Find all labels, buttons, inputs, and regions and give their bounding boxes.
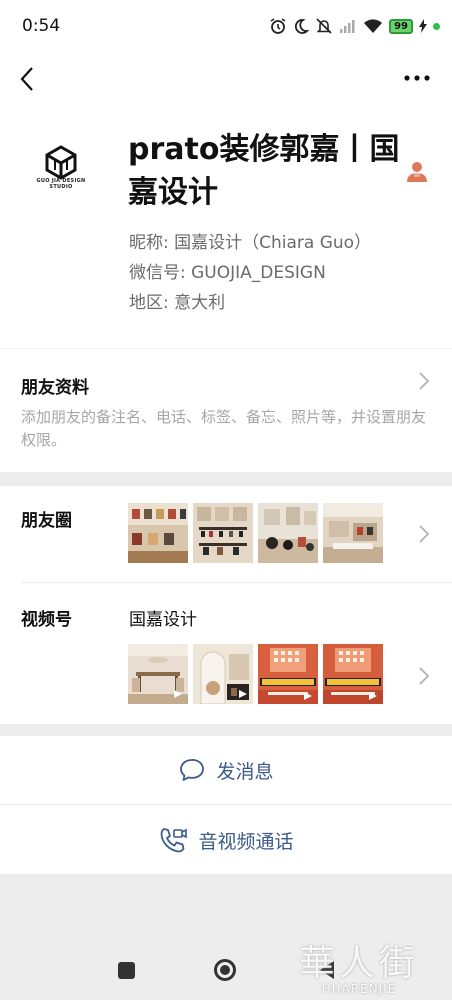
- divider: [0, 804, 452, 805]
- charging-icon: [419, 19, 427, 33]
- alarm-icon: [270, 18, 286, 34]
- channel-name: 国嘉设计: [129, 610, 197, 630]
- chevron-right-icon: [419, 667, 430, 685]
- channel-video-2[interactable]: [193, 644, 253, 704]
- channel-video-1[interactable]: [128, 644, 188, 704]
- moments-channels-section: 朋友圈 视频号 国嘉设计: [0, 486, 452, 724]
- signal-icon: [340, 20, 355, 33]
- wifi-icon: [364, 19, 383, 33]
- chat-bubble-icon: [180, 759, 205, 781]
- wechat-id: 微信号: GUOJIA_DESIGN: [129, 263, 326, 283]
- top-nav: [0, 52, 452, 108]
- channel-video-3[interactable]: [258, 644, 318, 704]
- friend-info-description: 添加朋友的备注名、电话、标签、备忘、照片等，并设置朋友权限。: [21, 408, 427, 449]
- logo-caption: GUO JIA DESIGN STUDIO: [36, 178, 86, 190]
- person-icon[interactable]: [406, 160, 428, 184]
- moments-photo-4[interactable]: [323, 503, 383, 563]
- chevron-right-icon: [419, 372, 430, 390]
- friend-info-row[interactable]: 朋友资料 添加朋友的备注名、电话、标签、备忘、照片等，并设置朋友权限。: [0, 348, 452, 472]
- friend-info-title: 朋友资料: [21, 378, 89, 398]
- chevron-right-icon: [419, 525, 430, 543]
- profile-header: GUO JIA DESIGN STUDIO prato装修郭嘉丨国嘉设计 昵称:…: [0, 108, 452, 348]
- dot-icon: [433, 22, 440, 30]
- moments-row[interactable]: 朋友圈: [0, 486, 452, 582]
- battery-icon: 99: [389, 18, 413, 34]
- channels-row[interactable]: 视频号 国嘉设计: [0, 583, 452, 724]
- status-bar: 0:54 99: [0, 0, 452, 52]
- send-message-button[interactable]: 发消息: [0, 736, 452, 804]
- ellipsis-icon[interactable]: [404, 74, 430, 82]
- moments-photo-1[interactable]: [128, 503, 188, 563]
- mute-icon: [316, 18, 332, 34]
- channels-title: 视频号: [21, 610, 72, 630]
- moments-title: 朋友圈: [21, 511, 72, 531]
- contact-name: prato装修郭嘉丨国嘉设计: [128, 132, 400, 210]
- send-message-label: 发消息: [216, 760, 274, 783]
- recent-apps-icon[interactable]: [118, 962, 135, 979]
- region: 地区: 意大利: [129, 293, 226, 313]
- nickname: 昵称: 国嘉设计（Chiara Guo）: [129, 233, 372, 253]
- home-icon[interactable]: [214, 959, 236, 981]
- chevron-left-icon[interactable]: [14, 64, 44, 94]
- moments-photo-3[interactable]: [258, 503, 318, 563]
- moments-photo-2[interactable]: [193, 503, 253, 563]
- channel-video-4[interactable]: [323, 644, 383, 704]
- status-icons: 99: [269, 14, 440, 38]
- clock: 0:54: [22, 16, 61, 36]
- moon-icon: [295, 19, 310, 34]
- phone-video-icon: [161, 828, 188, 853]
- watermark: 華人街 HUARENJIE: [284, 934, 434, 996]
- video-call-button[interactable]: 音视频通话: [0, 806, 452, 874]
- actions-section: 发消息 音视频通话: [0, 736, 452, 874]
- video-call-label: 音视频通话: [198, 830, 294, 853]
- watermark-logo-text: 華人街: [298, 943, 419, 984]
